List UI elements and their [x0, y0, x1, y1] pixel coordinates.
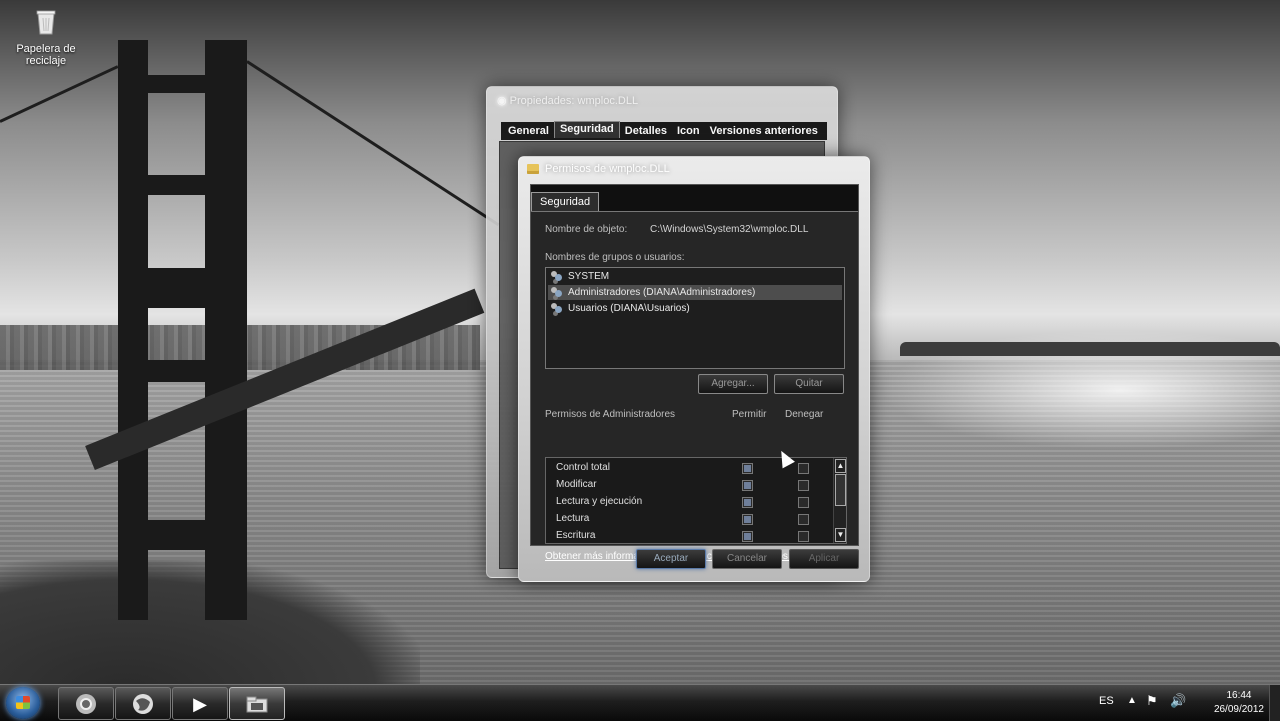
clock-date: 26/09/2012: [1213, 704, 1264, 715]
allow-checkbox[interactable]: [742, 514, 753, 525]
firefox-icon: [133, 693, 153, 714]
object-name-label: Nombre de objeto:: [545, 224, 628, 235]
user-item-administradores[interactable]: Administradores (DIANA\Administradores): [548, 285, 842, 300]
user-item-label: SYSTEM: [568, 271, 610, 282]
show-hidden-icons-icon[interactable]: ▲: [1127, 695, 1137, 706]
bridge-cable: [246, 60, 500, 227]
users-listbox[interactable]: SYSTEM Administradores (DIANA\Administra…: [545, 267, 845, 369]
clock-time: 16:44: [1226, 690, 1252, 701]
recycle-bin-label: Papelera de reciclaje: [16, 43, 76, 67]
add-button[interactable]: Agregar...: [698, 374, 768, 394]
permission-label: Modificar: [556, 479, 597, 490]
show-desktop-button[interactable]: [1269, 685, 1280, 721]
allow-column-header: Permitir: [732, 409, 767, 420]
groups-label: Nombres de grupos o usuarios:: [545, 252, 685, 263]
clock[interactable]: 16:44 26/09/2012: [1214, 689, 1264, 717]
apply-button[interactable]: Aplicar: [789, 549, 859, 569]
chrome-icon: [76, 693, 96, 714]
tab-general[interactable]: General: [503, 124, 554, 138]
security-tab-content: Nombre de objeto: C:\Windows\System32\wm…: [531, 211, 858, 562]
tab-details[interactable]: Detalles: [620, 124, 672, 138]
allow-checkbox[interactable]: [742, 497, 753, 508]
deny-checkbox[interactable]: [798, 497, 809, 508]
recycle-bin[interactable]: Papelera de reciclaje: [8, 6, 84, 67]
permission-row-modify: Modificar: [556, 477, 826, 493]
taskbar-firefox-button[interactable]: [115, 687, 171, 720]
media-player-icon: ▶: [193, 693, 207, 714]
users-icon: [550, 270, 564, 283]
cancel-button[interactable]: Cancelar: [712, 549, 782, 569]
taskbar-media-player-button[interactable]: ▶: [172, 687, 228, 720]
properties-title: Propiedades: wmploc.DLL: [509, 95, 639, 107]
user-item-usuarios[interactable]: Usuarios (DIANA\Usuarios): [548, 301, 842, 316]
taskbar: ▶ ES ▲ ⚑ 🔊 16:44 26/09/2012: [0, 684, 1280, 721]
allow-checkbox[interactable]: [742, 531, 753, 542]
permission-label: Lectura y ejecución: [556, 496, 643, 507]
deny-checkbox[interactable]: [798, 514, 809, 525]
permissions-panel: Seguridad Nombre de objeto: C:\Windows\S…: [530, 184, 859, 562]
deny-checkbox[interactable]: [798, 480, 809, 491]
deny-checkbox[interactable]: [798, 531, 809, 542]
volume-icon[interactable]: 🔊: [1170, 693, 1186, 709]
user-item-label: Usuarios (DIANA\Usuarios): [568, 303, 690, 314]
allow-checkbox[interactable]: [742, 480, 753, 491]
permissions-list[interactable]: Control total Modificar Lectura y ejecuc…: [545, 457, 847, 544]
taskbar-explorer-button[interactable]: [229, 687, 285, 720]
permissions-for-label: Permisos de Administradores: [545, 409, 676, 420]
file-icon: [527, 164, 539, 174]
permission-label: Control total: [556, 462, 610, 473]
properties-window-icon: ◉: [497, 95, 510, 107]
permissions-dialog[interactable]: Permisos de wmploc.DLL Seguridad Nombre …: [518, 156, 870, 582]
tab-icon[interactable]: Icon: [672, 124, 705, 138]
recycle-bin-icon: [36, 10, 56, 35]
user-item-label: Administradores (DIANA\Administradores): [568, 287, 756, 298]
scroll-up-icon[interactable]: ▲: [835, 459, 846, 473]
permission-label: Escritura: [556, 530, 596, 541]
deny-column-header: Denegar: [785, 409, 824, 420]
users-icon: [550, 286, 564, 299]
windows-logo-icon: [16, 696, 30, 709]
permissions-scrollbar[interactable]: ▲ ▼: [833, 458, 846, 543]
taskbar-chrome-button[interactable]: [58, 687, 114, 720]
allow-checkbox[interactable]: [742, 463, 753, 474]
tab-security[interactable]: Seguridad: [553, 121, 620, 138]
action-center-flag-icon[interactable]: ⚑: [1146, 693, 1158, 709]
bridge-crossbeam: [118, 268, 247, 308]
bridge-crossbeam: [118, 175, 247, 195]
properties-tabs: General Seguridad Detalles Icon Versione…: [501, 121, 827, 140]
tab-previous-versions[interactable]: Versiones anteriores: [705, 124, 823, 138]
wallpaper-shore: [900, 342, 1280, 356]
bridge-crossbeam: [118, 75, 247, 93]
permissions-title-bar[interactable]: Permisos de wmploc.DLL: [527, 163, 670, 175]
scroll-down-icon[interactable]: ▼: [835, 528, 846, 542]
permission-row-read: Lectura: [556, 511, 826, 527]
object-name-value: C:\Windows\System32\wmploc.DLL: [650, 224, 809, 235]
users-icon: [550, 302, 564, 315]
tab-security[interactable]: Seguridad: [531, 192, 600, 211]
bridge-crossbeam: [118, 520, 247, 550]
remove-button[interactable]: Quitar: [774, 374, 844, 394]
language-indicator[interactable]: ES: [1099, 695, 1114, 707]
scroll-thumb[interactable]: [835, 474, 846, 506]
permissions-title: Permisos de wmploc.DLL: [545, 163, 670, 175]
deny-checkbox[interactable]: [798, 463, 809, 474]
bridge-cable: [0, 65, 119, 123]
explorer-icon: [246, 696, 268, 712]
permission-row-write: Escritura: [556, 528, 826, 543]
permission-row-read-execute: Lectura y ejecución: [556, 494, 826, 510]
properties-title-bar[interactable]: ◉ Propiedades: wmploc.DLL: [497, 94, 638, 107]
permission-label: Lectura: [556, 513, 590, 524]
start-button[interactable]: [6, 687, 40, 719]
ok-button[interactable]: Aceptar: [636, 549, 706, 569]
bridge-crossbeam: [118, 360, 247, 382]
user-item-system[interactable]: SYSTEM: [548, 269, 842, 284]
